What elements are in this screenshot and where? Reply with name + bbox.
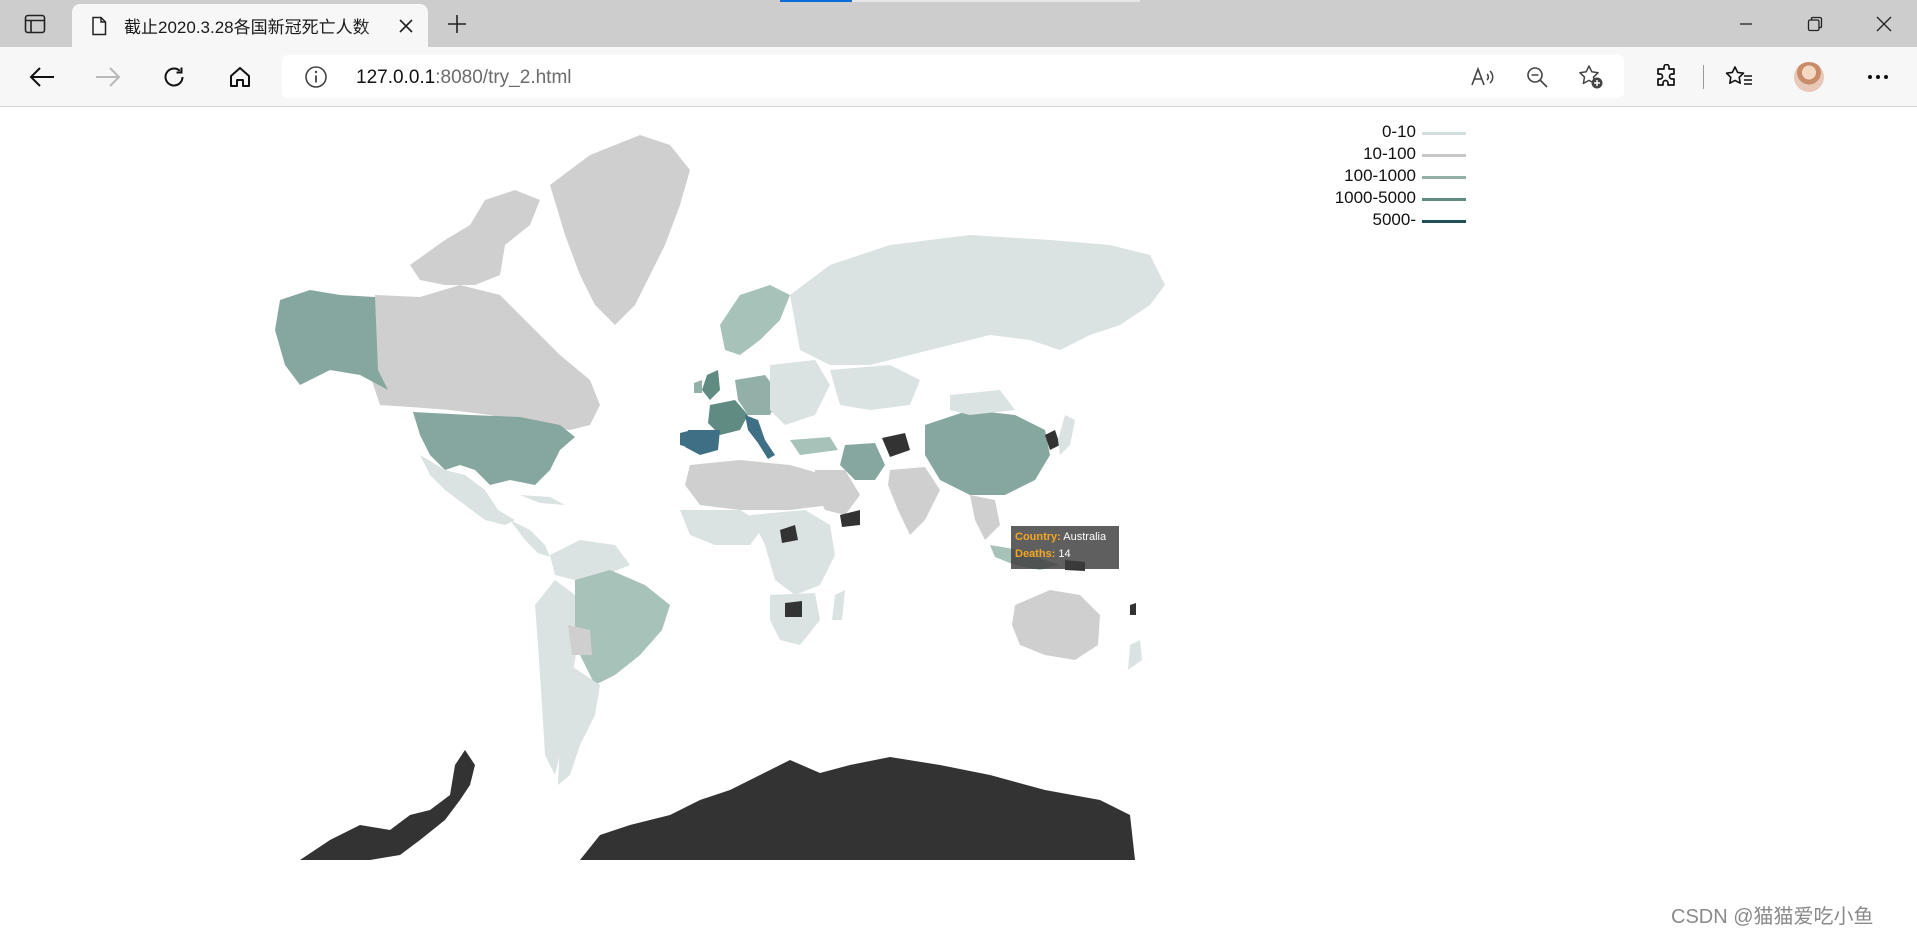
country-cuba[interactable] (520, 495, 565, 505)
close-tab-icon[interactable] (394, 14, 418, 38)
country-zimbabwe[interactable] (785, 601, 802, 617)
more-options-icon (1868, 75, 1888, 79)
extensions-button[interactable] (1646, 56, 1688, 98)
tooltip-country-row: Country: Australia (1015, 529, 1115, 546)
country-japan[interactable] (1058, 415, 1075, 455)
country-north-africa[interactable] (685, 460, 830, 510)
back-button[interactable] (21, 56, 63, 98)
loading-indicator (780, 0, 1140, 2)
restore-icon (1807, 16, 1823, 31)
country-central-america[interactable] (510, 520, 550, 557)
country-italy[interactable] (745, 415, 775, 459)
url-host: 127.0.0.1 (356, 67, 436, 88)
country-central-africa[interactable] (750, 510, 835, 595)
country-greenland[interactable] (550, 135, 690, 325)
country-south-africa-region[interactable] (770, 593, 820, 645)
country-eastern-europe[interactable] (770, 360, 830, 425)
tooltip-deaths-row: Deaths: 14 (1015, 546, 1115, 563)
read-aloud-icon[interactable] (1468, 62, 1498, 92)
country-ireland[interactable] (694, 380, 702, 393)
country-russia[interactable] (790, 235, 1165, 365)
home-icon (230, 67, 250, 87)
plus-icon (448, 15, 466, 33)
country-spain[interactable] (685, 430, 720, 455)
country-china[interactable] (925, 410, 1050, 495)
new-tab-button[interactable] (440, 8, 474, 40)
country-afghanistan[interactable] (882, 433, 910, 457)
legend-swatch (1422, 176, 1466, 179)
site-info-icon[interactable] (304, 65, 328, 89)
legend-label: 10-100 (1363, 144, 1416, 163)
country-brazil[interactable] (575, 570, 670, 685)
country-canada[interactable] (370, 285, 600, 430)
legend-label: 100-1000 (1344, 166, 1416, 185)
home-button[interactable] (219, 56, 261, 98)
country-india[interactable] (888, 467, 940, 535)
watermark: CSDN @猫猫爱吃小鱼 (1671, 906, 1874, 928)
refresh-button[interactable] (153, 56, 195, 98)
country-usa-alaska[interactable] (275, 290, 388, 390)
add-favorite-icon[interactable] (1576, 62, 1606, 92)
tooltip-country-value: Australia (1063, 531, 1107, 543)
legend-item: 0-10 (1300, 122, 1470, 144)
country-antarctica-west[interactable] (300, 750, 475, 860)
more-menu-button[interactable] (1857, 56, 1899, 98)
country-kazakhstan[interactable] (830, 365, 920, 410)
legend-item: 100-1000 (1300, 166, 1470, 188)
map-tooltip: Country: Australia Deaths: 14 (1011, 526, 1119, 569)
legend-label: 0-10 (1381, 122, 1416, 141)
legend-item: 10-100 (1300, 144, 1470, 166)
map-legend: 0-10 10-100 100-1000 1000-5000 5000- (1300, 122, 1470, 232)
profile-avatar[interactable] (1794, 62, 1824, 92)
country-australia[interactable] (1012, 590, 1100, 660)
country-southeast-asia[interactable] (970, 495, 1000, 540)
close-window-button[interactable] (1850, 0, 1917, 47)
address-bar[interactable]: 127.0.0.1:8080/try_2.html (282, 55, 1624, 98)
country-turkey[interactable] (790, 437, 838, 455)
tab-bar: 截止2020.3.28各国新冠死亡人数 (0, 0, 1917, 47)
legend-label: 1000-5000 (1334, 188, 1416, 207)
forward-arrow-icon (96, 67, 121, 87)
minimize-icon (1740, 22, 1752, 25)
puzzle-icon (1657, 64, 1675, 86)
legend-swatch (1422, 154, 1466, 157)
browser-tab[interactable]: 截止2020.3.28各国新冠死亡人数 (72, 4, 428, 47)
country-uk[interactable] (702, 370, 720, 400)
legend-item: 1000-5000 (1300, 188, 1470, 210)
world-map (275, 135, 1165, 860)
country-antarctica-east[interactable] (580, 757, 1135, 860)
tooltip-country-key: Country: (1015, 531, 1061, 543)
legend-swatch (1422, 132, 1466, 135)
country-new-zealand[interactable] (1128, 640, 1142, 670)
forward-button[interactable] (87, 56, 129, 98)
tooltip-deaths-value: 14 (1058, 548, 1071, 560)
url-path: :8080/try_2.html (435, 67, 572, 88)
url-text[interactable]: 127.0.0.1:8080/try_2.html (356, 67, 572, 89)
country-canada-islands[interactable] (410, 190, 540, 285)
favorites-icon (1725, 66, 1752, 85)
refresh-icon (164, 67, 184, 87)
minimize-button[interactable] (1712, 0, 1780, 47)
tab-actions-icon (24, 14, 46, 34)
country-mongolia[interactable] (950, 390, 1015, 415)
tooltip-deaths-key: Deaths: (1015, 548, 1056, 560)
page-icon (88, 15, 110, 37)
country-pacific-islands[interactable] (1130, 603, 1136, 615)
close-icon (1876, 16, 1892, 31)
legend-swatch (1422, 198, 1466, 201)
toolbar-divider (1703, 65, 1704, 89)
legend-item: 5000- (1300, 210, 1470, 232)
legend-swatch (1422, 220, 1466, 223)
favorites-button[interactable] (1718, 56, 1760, 98)
tab-title: 截止2020.3.28各国新冠死亡人数 (124, 18, 370, 37)
country-portugal[interactable] (680, 431, 688, 447)
browser-toolbar: 127.0.0.1:8080/try_2.html (0, 47, 1917, 107)
tab-actions-button[interactable] (12, 9, 58, 39)
back-arrow-icon (29, 67, 54, 87)
country-madagascar[interactable] (832, 590, 845, 620)
legend-label: 5000- (1372, 210, 1416, 229)
zoom-out-icon[interactable] (1522, 62, 1552, 92)
restore-button[interactable] (1781, 0, 1849, 47)
country-scandinavia[interactable] (720, 285, 790, 355)
